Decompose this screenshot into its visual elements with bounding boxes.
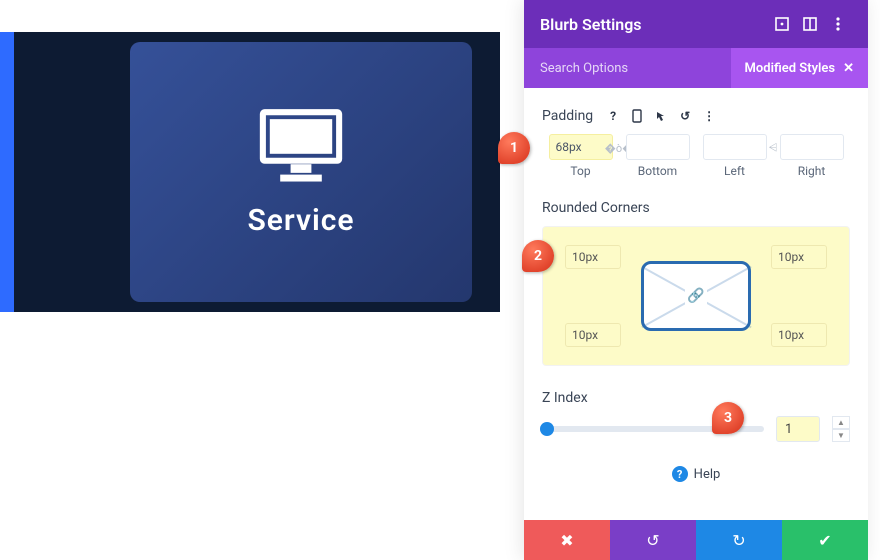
padding-left-cell: Left ⩤ [696, 134, 773, 178]
padding-bottom-cell: Bottom [619, 134, 696, 178]
corner-preview-rect: 🔗 [641, 261, 751, 331]
settings-panel: Blurb Settings Search Options Modified S… [524, 0, 868, 560]
padding-bottom-label: Bottom [638, 164, 677, 178]
corner-br-input[interactable]: 10px [771, 323, 827, 347]
step-down-icon[interactable]: ▼ [832, 429, 850, 442]
help-label: Help [694, 467, 721, 482]
search-options-label[interactable]: Search Options [540, 61, 628, 76]
chip-close-icon[interactable]: ✕ [843, 61, 854, 76]
panel-header: Blurb Settings [524, 0, 868, 48]
modified-styles-chip[interactable]: Modified Styles ✕ [731, 48, 868, 88]
annotation-3: 3 [712, 402, 744, 434]
expand-icon[interactable] [768, 10, 796, 38]
kebab-menu-icon[interactable] [824, 10, 852, 38]
panel-layout-icon[interactable] [796, 10, 824, 38]
padding-bottom-input[interactable] [626, 134, 690, 160]
padding-right-label: Right [798, 164, 826, 178]
padding-inputs: Top �ò� Bottom Left ⩤ Right [542, 134, 850, 178]
link-corners-icon[interactable]: 🔗 [685, 286, 706, 306]
corner-tl-input[interactable]: 10px [565, 245, 621, 269]
page-preview: Service [0, 32, 500, 312]
padding-right-input[interactable] [780, 134, 844, 160]
padding-left-label: Left [724, 164, 745, 178]
zindex-input[interactable]: 1 [776, 416, 820, 442]
reset-icon[interactable]: ↺ [675, 106, 695, 126]
chip-label: Modified Styles [745, 61, 836, 76]
panel-title: Blurb Settings [540, 15, 768, 34]
save-button[interactable]: ✔ [782, 520, 868, 560]
cancel-button[interactable]: ✖ [524, 520, 610, 560]
rounded-corners-box: 10px 10px 10px 10px 🔗 [542, 226, 850, 366]
annotation-2: 2 [522, 240, 554, 272]
monitor-icon [256, 107, 346, 185]
step-up-icon[interactable]: ▲ [832, 416, 850, 429]
preview-accent-bar [0, 32, 14, 312]
panel-subbar: Search Options Modified Styles ✕ [524, 48, 868, 88]
corner-tr-input[interactable]: 10px [771, 245, 827, 269]
help-link[interactable]: ? Help [542, 466, 850, 482]
section-label: Z Index [542, 390, 850, 406]
blurb-card[interactable]: Service [130, 42, 472, 302]
card-title: Service [247, 203, 354, 238]
redo-button[interactable]: ↻ [696, 520, 782, 560]
help-icon[interactable]: ? [603, 106, 623, 126]
corner-bl-input[interactable]: 10px [565, 323, 621, 347]
padding-left-input[interactable] [703, 134, 767, 160]
help-badge-icon: ? [672, 466, 688, 482]
padding-right-cell: Right [773, 134, 850, 178]
annotation-1: 1 [498, 132, 530, 164]
zindex-section: Z Index 1 ▲ ▼ [542, 390, 850, 442]
section-label: Rounded Corners [542, 200, 850, 216]
slider-thumb[interactable] [540, 422, 554, 436]
zindex-stepper: ▲ ▼ [832, 416, 850, 442]
section-label: Padding [542, 108, 593, 124]
undo-button[interactable]: ↺ [610, 520, 696, 560]
more-icon[interactable]: ⋮ [699, 106, 719, 126]
responsive-icon[interactable] [627, 106, 647, 126]
padding-top-input[interactable] [549, 134, 613, 160]
padding-top-label: Top [570, 164, 590, 178]
padding-label-row: Padding ? ↺ ⋮ [542, 106, 850, 126]
panel-footer: ✖ ↺ ↻ ✔ [524, 520, 868, 560]
panel-body: Padding ? ↺ ⋮ Top �ò� Bottom [524, 88, 868, 520]
padding-top-cell: Top �ò� [542, 134, 619, 178]
hover-icon[interactable] [651, 106, 671, 126]
rounded-corners-section: Rounded Corners 10px 10px 10px 10px 🔗 [542, 200, 850, 366]
